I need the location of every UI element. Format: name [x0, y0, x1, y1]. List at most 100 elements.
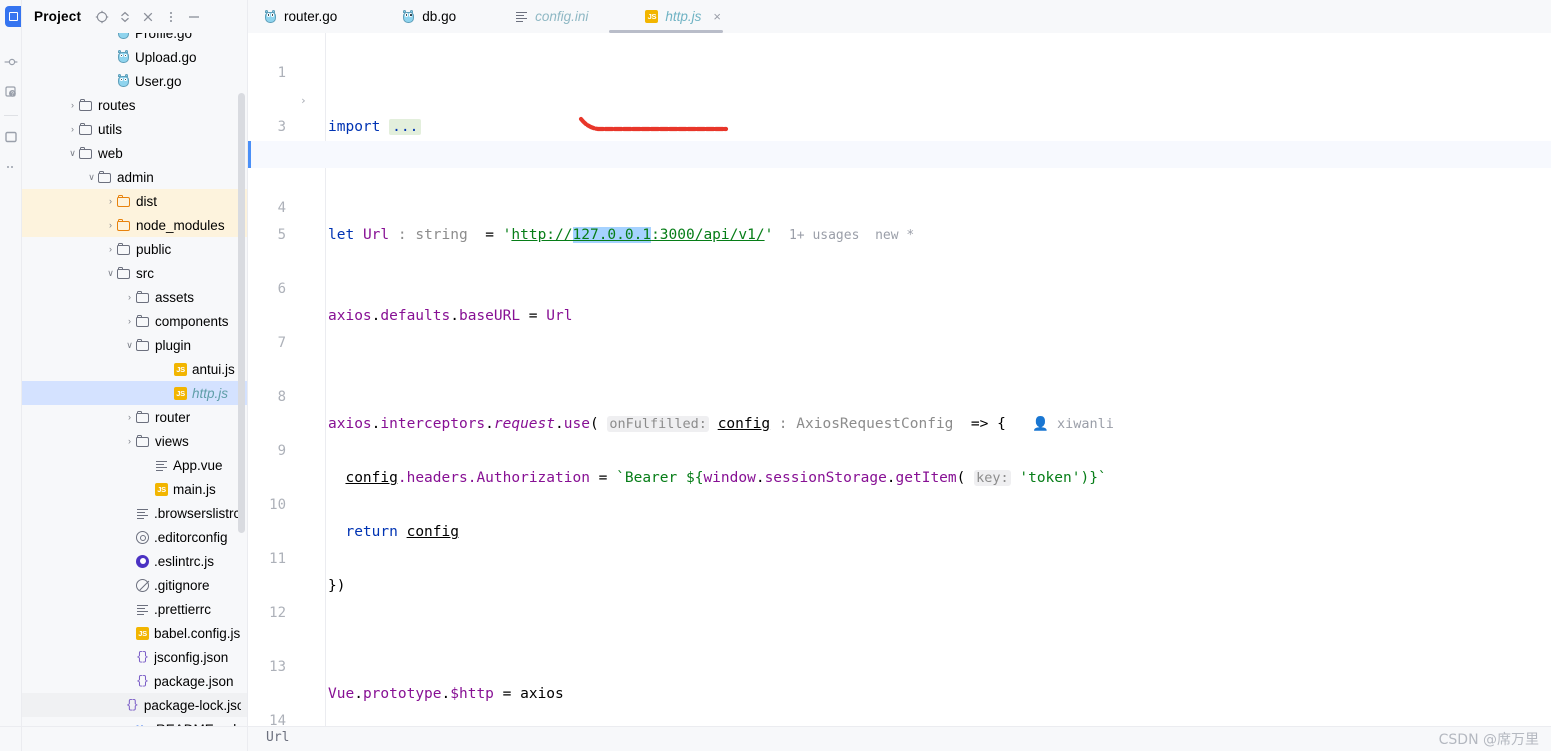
tree-expand-arrow[interactable]: ›: [123, 309, 136, 333]
code-line[interactable]: 14: [248, 681, 1551, 726]
pull-requests-icon[interactable]: ?: [1, 77, 21, 107]
json-file-icon: {}: [125, 697, 139, 712]
project-panel-header: Project: [22, 0, 248, 33]
tree-item-user-go[interactable]: User.go: [22, 69, 247, 93]
tree-item-babel-config-js[interactable]: JS babel.config.js: [22, 621, 247, 645]
code-line[interactable]: 6 axios.defaults.baseURL = Url: [248, 249, 1551, 324]
tree-item-assets[interactable]: › assets: [22, 285, 247, 309]
url-scheme: http://: [511, 227, 573, 243]
code-line[interactable]: 13 Vue.prototype.$http = axios: [248, 627, 1551, 702]
tree-item-package-lock-json[interactable]: {} package-lock.json: [22, 693, 247, 717]
tree-item-profile-go[interactable]: Profile.go: [22, 33, 247, 45]
tree-item-app-vue[interactable]: App.vue: [22, 453, 247, 477]
tree-item-label: package-lock.json: [143, 697, 241, 713]
line-number: 7: [277, 335, 286, 351]
minimize-icon[interactable]: [183, 6, 205, 28]
editor-tab-config-ini[interactable]: config.ini: [469, 0, 601, 33]
close-icon[interactable]: [137, 6, 159, 28]
code-line-current[interactable]: 4 let Url : string = 'http://127.0.0.1:3…: [248, 141, 1551, 243]
vue-file-icon: [155, 459, 168, 472]
tree-item-views[interactable]: › views: [22, 429, 247, 453]
editor-tab-label: http.js: [665, 9, 702, 24]
commit-icon[interactable]: [1, 47, 21, 77]
tree-item-readme-md[interactable]: M↓README.md: [22, 717, 247, 727]
tree-expand-arrow[interactable]: ∨: [123, 333, 136, 357]
tree-expand-arrow[interactable]: ›: [104, 237, 117, 261]
tree-item-web[interactable]: ∨ web: [22, 141, 247, 165]
tree-item--prettierrc[interactable]: .prettierrc: [22, 597, 247, 621]
tree-item--gitignore[interactable]: .gitignore: [22, 573, 247, 597]
project-tool-window-icon[interactable]: [5, 6, 21, 27]
tree-item-label: App.vue: [173, 457, 223, 473]
code-content[interactable]: 1 › import ... 3 4 let Url : string = 'h…: [248, 33, 1551, 726]
tree-item-node-modules[interactable]: › node_modules: [22, 213, 247, 237]
line-number: 13: [269, 659, 286, 675]
tree-item-admin[interactable]: ∨ admin: [22, 165, 247, 189]
tree-item-jsconfig-json[interactable]: {} jsconfig.json: [22, 645, 247, 669]
problems-icon[interactable]: [1, 152, 21, 182]
tree-scrollbar[interactable]: [238, 93, 245, 533]
tree-item-utils[interactable]: › utils: [22, 117, 247, 141]
tree-expand-arrow[interactable]: ›: [104, 213, 117, 237]
tree-expand-arrow[interactable]: ›: [123, 285, 136, 309]
gear-icon: [136, 530, 149, 544]
tree-item-components[interactable]: › components: [22, 309, 247, 333]
code-line[interactable]: 7: [248, 303, 1551, 351]
code-line[interactable]: 5: [248, 195, 1551, 243]
tree-expand-arrow[interactable]: ›: [104, 189, 117, 213]
tree-item-dist[interactable]: › dist: [22, 189, 247, 213]
tree-item-antui-js[interactable]: JS antui.js: [22, 357, 247, 381]
folder-icon: [98, 171, 112, 183]
tree-expand-arrow[interactable]: ∨: [66, 141, 79, 165]
tree-item--browserslistrc[interactable]: .browserslistrc: [22, 501, 247, 525]
code-line[interactable]: 12: [248, 573, 1551, 621]
tree-expand-arrow[interactable]: ›: [123, 429, 136, 453]
expand-collapse-icon[interactable]: [114, 6, 136, 28]
main-area: ? Profile.go Upload.go User.go › routes › util…: [0, 33, 1551, 726]
tree-item-label: router: [155, 409, 191, 425]
tree-item-http-js[interactable]: JS http.js: [22, 381, 247, 405]
close-icon[interactable]: ×: [713, 9, 721, 24]
tree-item-main-js[interactable]: JS main.js: [22, 477, 247, 501]
code-line[interactable]: 8 axios.interceptors.request.use( onFulf…: [248, 357, 1551, 432]
terminal-icon[interactable]: [1, 122, 21, 152]
tool-window-strip-header: [0, 0, 22, 33]
line-number: 6: [277, 281, 286, 297]
assign-op: =: [467, 227, 503, 243]
code-editor[interactable]: 1 › import ... 3 4 let Url : string = 'h…: [248, 33, 1551, 726]
tree-item-package-json[interactable]: {} package.json: [22, 669, 247, 693]
js-file-icon: JS: [155, 482, 168, 496]
tree-item-upload-go[interactable]: Upload.go: [22, 45, 247, 69]
folded-region-placeholder[interactable]: ...: [389, 119, 422, 135]
editor-tab-db-go[interactable]: db.go: [350, 0, 469, 33]
tree-expand-arrow[interactable]: ∨: [104, 261, 117, 285]
tree-expand-arrow[interactable]: ›: [123, 405, 136, 429]
editor-tab-router-go[interactable]: router.go: [248, 0, 350, 33]
inlay-hint-new[interactable]: new *: [875, 228, 914, 243]
tree-item-public[interactable]: › public: [22, 237, 247, 261]
tree-expand-arrow[interactable]: ›: [66, 117, 79, 141]
keyword-import: import: [328, 119, 381, 135]
locate-icon[interactable]: [91, 6, 113, 28]
tree-item-plugin[interactable]: ∨ plugin: [22, 333, 247, 357]
code-line[interactable]: 11 }): [248, 519, 1551, 594]
inlay-hint-usages[interactable]: 1+ usages: [789, 228, 859, 243]
tree-expand-arrow[interactable]: ∨: [85, 165, 98, 189]
breadcrumb[interactable]: Url: [266, 730, 289, 745]
tree-item-router[interactable]: › router: [22, 405, 247, 429]
code-line[interactable]: 9 config.headers.Authorization = `Bearer…: [248, 411, 1551, 486]
code-line[interactable]: 1 › import ...: [248, 33, 1551, 135]
url-host-selected[interactable]: 127.0.0.1: [572, 227, 652, 243]
tree-item-label: src: [136, 265, 154, 281]
more-options-icon[interactable]: [160, 6, 182, 28]
status-bar: Url CSDN @席万里: [0, 726, 1551, 751]
tree-item--editorconfig[interactable]: .editorconfig: [22, 525, 247, 549]
tree-item-routes[interactable]: › routes: [22, 93, 247, 117]
code-line[interactable]: 10 return config: [248, 465, 1551, 540]
editor-tab-http-js[interactable]: JS http.js ×: [601, 0, 731, 33]
tree-item-src[interactable]: ∨ src: [22, 261, 247, 285]
code-line[interactable]: 3: [248, 87, 1551, 135]
tree-expand-arrow[interactable]: ›: [66, 93, 79, 117]
project-tree[interactable]: Profile.go Upload.go User.go › routes › utils ∨…: [22, 33, 248, 726]
tree-item--eslintrc-js[interactable]: .eslintrc.js: [22, 549, 247, 573]
